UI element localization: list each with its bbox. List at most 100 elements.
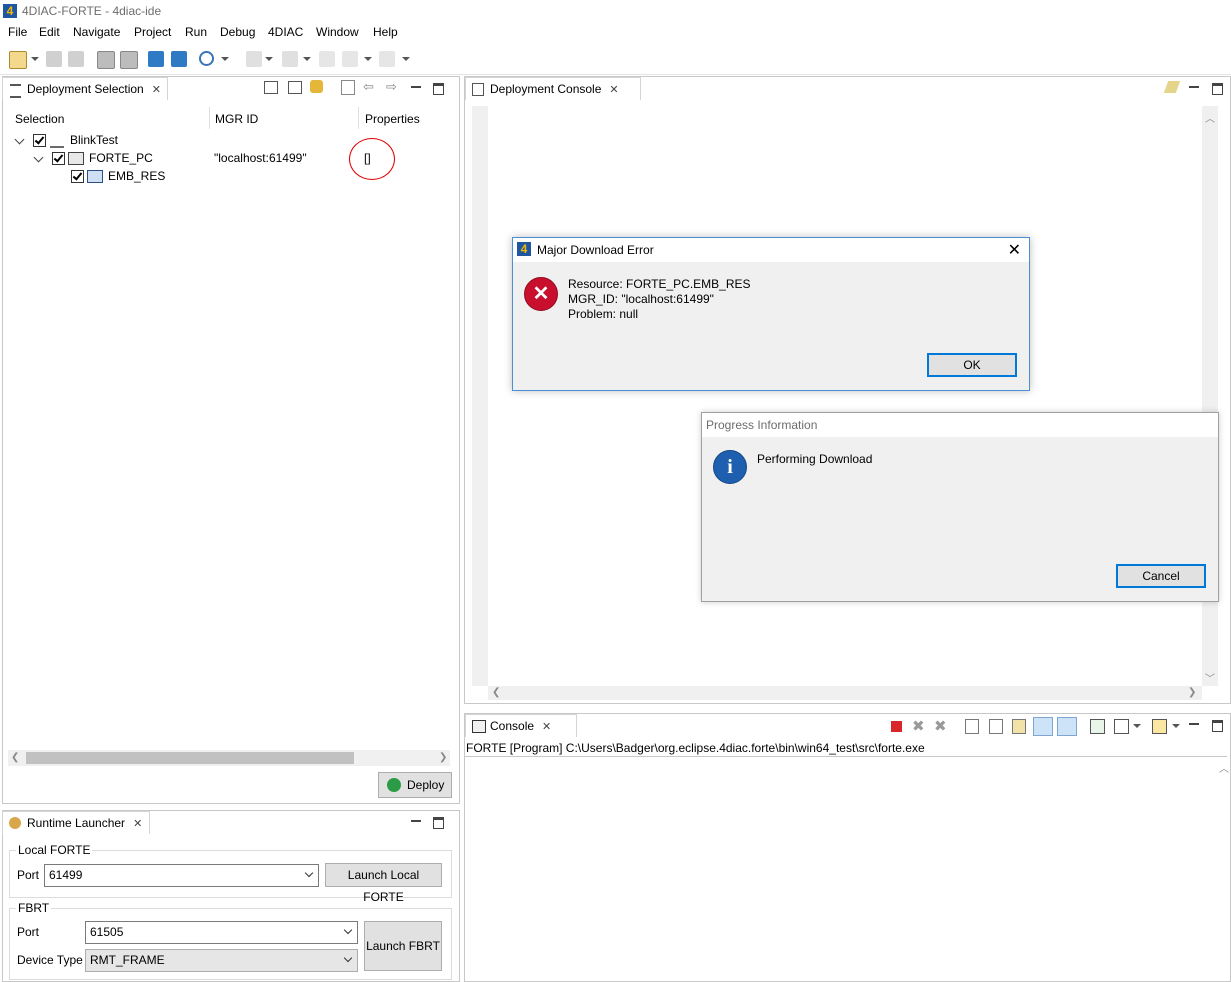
scroll-up-icon[interactable]: ︿ — [1205, 110, 1215, 125]
scroll-up-icon[interactable]: ︿ — [1219, 760, 1229, 775]
collapse-all-icon[interactable] — [264, 81, 278, 94]
display-console-icon[interactable] — [1114, 719, 1129, 734]
menu-run[interactable]: Run — [185, 25, 207, 39]
back-icon[interactable]: ⇦ — [363, 79, 374, 95]
close-icon[interactable]: ✕ — [152, 79, 161, 101]
fbrt-port-combo[interactable]: 61505 — [85, 921, 358, 944]
column-header-properties[interactable]: Properties — [365, 112, 420, 126]
minimize-icon[interactable] — [411, 820, 421, 822]
tree-item-emb-res[interactable]: EMB_RES — [108, 169, 165, 183]
tab-runtime-launcher[interactable]: Runtime Launcher ✕ — [2, 811, 150, 834]
chevron-down-icon[interactable] — [31, 57, 39, 61]
prev-annotation-icon[interactable] — [282, 51, 298, 67]
menu-edit[interactable]: Edit — [39, 25, 60, 39]
close-icon[interactable]: ✕ — [133, 813, 142, 835]
maximize-icon[interactable] — [1212, 83, 1223, 95]
show-stderr-icon[interactable] — [1057, 717, 1077, 736]
minimize-icon[interactable] — [411, 86, 421, 88]
scroll-right-icon[interactable]: ❯ — [439, 752, 447, 763]
tab-console[interactable]: Console ✕ — [465, 714, 577, 737]
save-icon[interactable] — [46, 51, 62, 67]
progress-dialog-titlebar: Progress Information — [702, 413, 1218, 437]
fbrt-port-label: Port — [17, 925, 40, 939]
pin-console-icon[interactable] — [1090, 719, 1105, 734]
expand-all-icon[interactable] — [288, 81, 302, 94]
chevron-down-icon[interactable] — [364, 57, 372, 61]
chevron-down-icon[interactable] — [221, 57, 229, 61]
maximize-icon[interactable] — [433, 83, 444, 95]
error-dialog-titlebar: 4 Major Download Error ✕ — [513, 238, 1029, 262]
local-port-combo[interactable]: 61499 — [44, 864, 319, 887]
tab-deployment-console[interactable]: Deployment Console ✕ — [465, 77, 641, 100]
word-wrap-icon[interactable] — [1012, 719, 1026, 734]
cancel-button[interactable]: Cancel — [1116, 564, 1206, 588]
new-file-icon[interactable] — [9, 51, 27, 69]
open-console-icon[interactable] — [1152, 719, 1167, 734]
tree-item-blinktest[interactable]: BlinkTest — [70, 133, 118, 147]
minimize-icon[interactable] — [1189, 86, 1199, 88]
next-annotation-icon[interactable] — [246, 51, 262, 67]
menu-file[interactable]: File — [8, 25, 27, 39]
save-all-icon[interactable] — [68, 51, 84, 67]
launch-fbrt-button[interactable]: Launch FBRT — [364, 921, 442, 971]
chevron-down-icon[interactable] — [402, 57, 410, 61]
info-icon: i — [713, 450, 747, 484]
minimize-icon[interactable] — [1189, 723, 1199, 725]
scrollbar-thumb[interactable] — [26, 752, 354, 764]
column-header-selection[interactable]: Selection — [15, 112, 64, 126]
export-icon[interactable] — [120, 51, 138, 69]
chevron-down-icon[interactable] — [343, 953, 353, 963]
remove-all-icon[interactable]: ✖ — [934, 717, 947, 735]
scroll-left-icon[interactable]: ❮ — [492, 687, 500, 698]
tab-deployment-selection[interactable]: Deployment Selection ✕ — [2, 77, 168, 100]
deploy-button[interactable]: Deploy — [378, 772, 452, 798]
deploy-type-icon[interactable] — [171, 51, 187, 67]
checkbox-blinktest[interactable] — [33, 134, 46, 147]
show-stdout-icon[interactable] — [1033, 717, 1053, 736]
chevron-down-icon[interactable] — [1133, 724, 1141, 728]
title-bar: 4 4DIAC-FORTE - 4diac-ide — [0, 0, 1231, 22]
deployment-selection-panel — [2, 76, 460, 804]
chevron-down-icon[interactable] — [1172, 724, 1180, 728]
horizontal-scrollbar[interactable] — [488, 686, 1202, 700]
scroll-right-icon[interactable]: ❯ — [1188, 687, 1196, 698]
back-icon[interactable] — [342, 51, 358, 67]
menu-4diac[interactable]: 4DIAC — [268, 25, 303, 39]
clear-icon[interactable] — [965, 719, 979, 734]
chevron-down-icon[interactable] — [265, 57, 273, 61]
close-icon[interactable]: ✕ — [1008, 240, 1021, 260]
maximize-icon[interactable] — [1212, 720, 1223, 732]
launch-local-forte-button[interactable]: Launch Local FORTE — [325, 863, 442, 904]
scroll-lock-icon[interactable] — [989, 719, 1003, 734]
close-icon[interactable]: ✕ — [609, 79, 618, 101]
close-icon[interactable]: ✕ — [542, 716, 551, 738]
link-icon[interactable] — [310, 80, 323, 93]
menu-project[interactable]: Project — [134, 25, 171, 39]
forward-icon[interactable]: ⇨ — [386, 79, 397, 95]
type-icon[interactable] — [148, 51, 164, 67]
search-icon[interactable] — [199, 51, 214, 66]
error-message: Resource: FORTE_PC.EMB_RES MGR_ID: "loca… — [568, 277, 751, 322]
maximize-icon[interactable] — [433, 817, 444, 829]
terminate-icon[interactable] — [891, 721, 902, 732]
forward-icon[interactable] — [379, 51, 395, 67]
ok-button[interactable]: OK — [927, 353, 1017, 377]
menu-help[interactable]: Help — [373, 25, 398, 39]
menu-navigate[interactable]: Navigate — [73, 25, 120, 39]
remove-launch-icon[interactable]: ✖ — [912, 717, 925, 735]
checkbox-emb-res[interactable] — [71, 170, 84, 183]
checkbox-forte-pc[interactable] — [52, 152, 65, 165]
chevron-down-icon[interactable] — [304, 868, 314, 878]
scroll-left-icon[interactable]: ❮ — [11, 752, 19, 763]
last-edit-icon[interactable] — [319, 51, 335, 67]
menu-debug[interactable]: Debug — [220, 25, 255, 39]
system-icon[interactable] — [97, 51, 115, 69]
tree-item-forte-pc[interactable]: FORTE_PC — [89, 151, 153, 165]
home-icon[interactable] — [341, 80, 355, 95]
column-header-mgr-id[interactable]: MGR ID — [215, 112, 258, 126]
device-type-combo[interactable]: RMT_FRAME — [85, 949, 358, 972]
scroll-down-icon[interactable]: ﹀ — [1205, 670, 1215, 685]
menu-window[interactable]: Window — [316, 25, 359, 39]
chevron-down-icon[interactable] — [343, 925, 353, 935]
chevron-down-icon[interactable] — [303, 57, 311, 61]
